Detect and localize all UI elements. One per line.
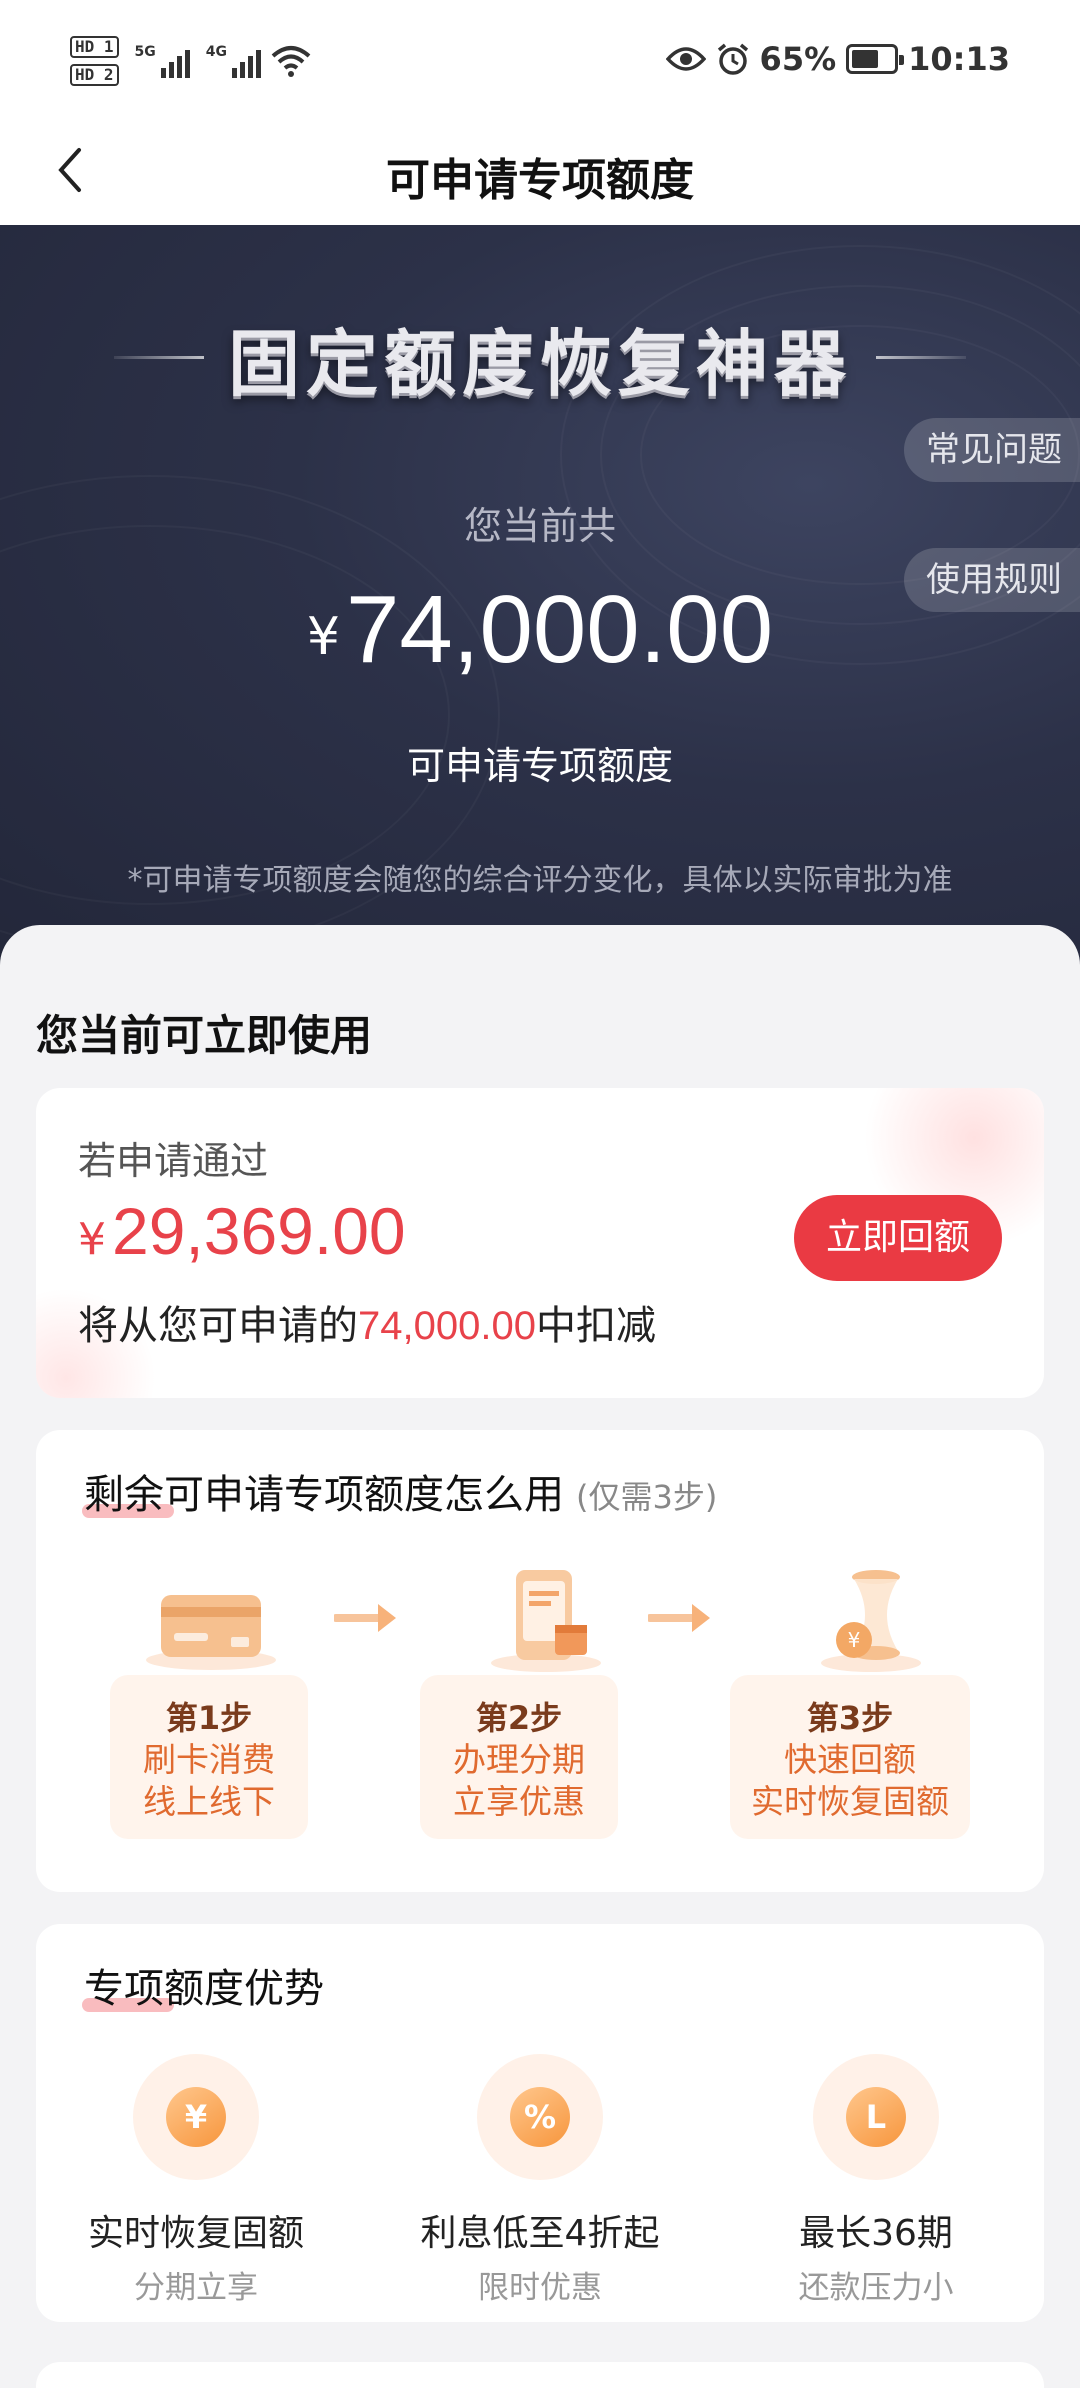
deduction-amount: 74,000.00 (358, 1304, 536, 1348)
hero-title: 固定额度恢复神器 (227, 322, 852, 406)
battery-icon (846, 44, 905, 74)
approval-label: 若申请通过 (78, 1139, 269, 1183)
percent-glyph: % (510, 2087, 570, 2147)
advantage-1-title: 实时恢复固额 (87, 2213, 304, 2254)
advantages-title: 专项额度优势 (82, 1956, 324, 2014)
title-divider-right (876, 356, 966, 359)
step-2: 第2步 办理分期 立享优惠 (420, 1675, 618, 1839)
howto-title: 剩余可申请专项额度怎么用 (仅需3步) (82, 1462, 718, 1520)
page-title: 可申请专项额度 (386, 155, 694, 206)
available-amount-value: 29,369.00 (112, 1194, 406, 1268)
currency-symbol: ¥ (306, 607, 340, 667)
network-4g-label: 4G (205, 44, 227, 60)
advantage-2-title: 利息低至4折起 (420, 2213, 660, 2254)
svg-text:¥: ¥ (848, 1628, 861, 1652)
coin-hourglass-icon: ¥ (821, 1570, 921, 1672)
yen-icon: ¥ (133, 2054, 259, 2180)
hd1-icon: HD 1 (70, 36, 119, 58)
advantage-1-sub: 分期立享 (134, 2270, 258, 2306)
step-1-line2: 线上线下 (143, 1782, 275, 1821)
phone-calendar-icon (491, 1570, 601, 1672)
network-5g-label: 5G (134, 44, 156, 60)
advantage-3-sub: 还款压力小 (798, 2270, 954, 2306)
battery-percent: 65% (759, 40, 837, 78)
content-panel: 您当前可立即使用 若申请通过 ¥29,369.00 将从您可申请的74,000.… (0, 925, 1080, 2388)
advantage-2-sub: 限时优惠 (478, 2270, 602, 2306)
card-icon (146, 1595, 276, 1670)
howto-title-text: 剩余可申请专项额度怎么用 (84, 1472, 564, 1518)
eye-icon (665, 47, 706, 71)
clock-icon: L (813, 2054, 939, 2180)
coupon-icon: % (477, 2054, 603, 2180)
disclaimer-note: *可申请专项额度会随您的综合评分变化，具体以实际审批为准 (127, 863, 953, 898)
status-bar: HD 1 HD 2 5G 4G 65% 10:13 (0, 0, 1080, 120)
currency-symbol: ¥ (78, 1214, 106, 1265)
status-left: HD 1 HD 2 5G 4G (70, 36, 311, 86)
total-amount: ¥74,000.00 (0, 575, 1080, 685)
step-1: 第1步 刷卡消费 线上线下 (110, 1675, 308, 1839)
howto-title-sub: (仅需3步) (576, 1478, 718, 1516)
signal-5g-icon: 5G (135, 44, 190, 78)
howto-card: 剩余可申请专项额度怎么用 (仅需3步) ¥ 第1步 刷卡消费 线上线下 第2步 … (36, 1430, 1044, 1892)
hd-icons: HD 1 HD 2 (70, 36, 119, 86)
arrow-right-icon (648, 1604, 710, 1632)
signal-4g-icon: 4G (206, 44, 261, 78)
hd2-icon: HD 2 (70, 64, 119, 86)
section-heading: 您当前可立即使用 (36, 1011, 373, 1060)
step-2-line2: 立享优惠 (453, 1782, 585, 1821)
clock-glyph: L (846, 2087, 906, 2147)
advantage-item-1: ¥ 实时恢复固额 分期立享 (46, 2054, 346, 2307)
step-3-number: 第3步 (806, 1699, 894, 1737)
step-1-line1: 刷卡消费 (143, 1740, 275, 1779)
total-amount-label: 可申请专项额度 (406, 744, 673, 788)
step-3-line2: 实时恢复固额 (751, 1782, 949, 1821)
advantages-card: 专项额度优势 ¥ 实时恢复固额 分期立享 % 利息低至4折起 限时优惠 L 最长… (36, 1924, 1044, 2322)
total-amount-value: 74,000.00 (346, 576, 774, 683)
next-card (36, 2362, 1044, 2388)
advantage-item-2: % 利息低至4折起 限时优惠 (390, 2054, 690, 2307)
clock-time: 10:13 (908, 40, 1010, 78)
hero-title-row: 固定额度恢复神器 (0, 305, 1080, 410)
status-right: 65% 10:13 (665, 40, 1010, 78)
deduction-prefix: 将从您可申请的 (78, 1303, 358, 1349)
advantage-3-title: 最长36期 (799, 2213, 953, 2254)
step-1-number: 第1步 (165, 1699, 253, 1737)
title-divider-left (113, 356, 204, 359)
deduction-text: 将从您可申请的74,000.00中扣减 (78, 1293, 656, 1351)
available-card: 若申请通过 ¥29,369.00 将从您可申请的74,000.00中扣减 立即回… (36, 1088, 1044, 1398)
deduction-suffix: 中扣减 (535, 1303, 656, 1349)
hero-subtitle: 您当前共 (463, 504, 616, 548)
step-2-line1: 办理分期 (453, 1740, 585, 1779)
advantages-title-text: 专项额度优势 (84, 1966, 324, 2012)
available-amount: ¥29,369.00 (78, 1193, 406, 1269)
step-3-line1: 快速回额 (784, 1740, 916, 1779)
alarm-icon (717, 43, 748, 75)
nav-bar: 可申请专项额度 (0, 120, 1080, 225)
restore-quota-button[interactable]: 立即回额 (794, 1195, 1002, 1281)
yen-glyph: ¥ (166, 2087, 226, 2147)
hero-banner: 固定额度恢复神器 常见问题 使用规则 您当前共 ¥74,000.00 可申请专项… (0, 225, 1080, 965)
faq-button[interactable]: 常见问题 (904, 418, 1080, 482)
wifi-icon (271, 46, 311, 77)
step-2-number: 第2步 (475, 1699, 563, 1737)
advantage-item-3: L 最长36期 还款压力小 (726, 2054, 1026, 2307)
arrow-right-icon (334, 1604, 396, 1632)
step-3: 第3步 快速回额 实时恢复固额 (730, 1675, 970, 1839)
